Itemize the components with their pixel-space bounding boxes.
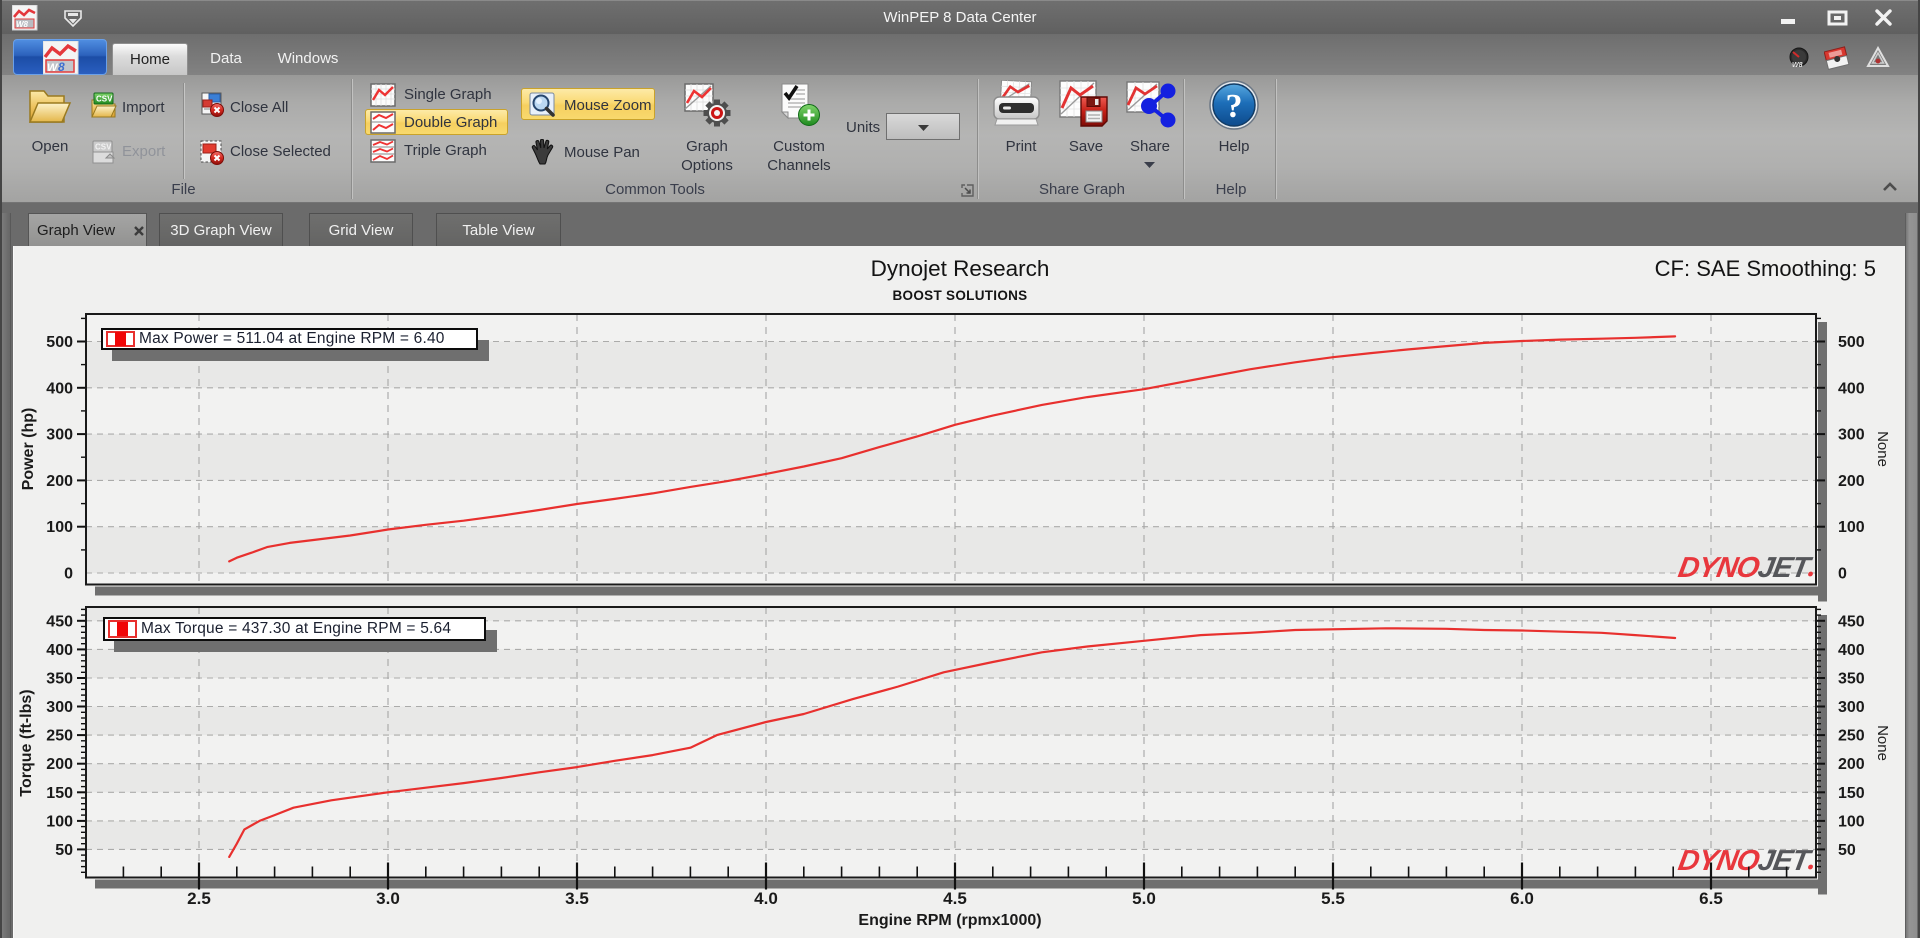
svg-text:250: 250: [1838, 728, 1865, 745]
svg-text:None: None: [1874, 725, 1891, 761]
svg-text:450: 450: [1838, 613, 1865, 630]
svg-text:100: 100: [1838, 519, 1865, 536]
svg-text:Engine RPM (rpmx1000): Engine RPM (rpmx1000): [858, 912, 1041, 929]
svg-text:350: 350: [1838, 671, 1865, 688]
svg-text:300: 300: [1838, 427, 1865, 444]
svg-text:3.5: 3.5: [565, 889, 589, 908]
svg-text:200: 200: [46, 473, 73, 490]
svg-text:200: 200: [46, 756, 73, 773]
svg-text:4.5: 4.5: [943, 889, 967, 908]
svg-text:400: 400: [1838, 642, 1865, 659]
svg-text:6.5: 6.5: [1699, 889, 1723, 908]
svg-text:50: 50: [1838, 842, 1856, 859]
svg-text:150: 150: [1838, 785, 1865, 802]
svg-text:3.0: 3.0: [376, 889, 400, 908]
svg-text:4.0: 4.0: [754, 889, 778, 908]
svg-text:5.5: 5.5: [1321, 889, 1345, 908]
svg-text:2.5: 2.5: [187, 889, 211, 908]
svg-text:Power (hp): Power (hp): [20, 408, 37, 491]
svg-text:400: 400: [46, 380, 73, 397]
svg-text:500: 500: [1838, 334, 1865, 351]
svg-text:Torque (ft-lbs): Torque (ft-lbs): [18, 689, 35, 796]
svg-text:50: 50: [55, 842, 73, 859]
svg-text:300: 300: [46, 699, 73, 716]
svg-text:150: 150: [46, 785, 73, 802]
svg-text:5.0: 5.0: [1132, 889, 1156, 908]
svg-text:6.0: 6.0: [1510, 889, 1534, 908]
svg-text:DYNOJET: DYNOJET: [1676, 552, 1815, 584]
svg-text:0: 0: [64, 566, 73, 583]
svg-text:100: 100: [46, 813, 73, 830]
svg-text:200: 200: [1838, 473, 1865, 490]
svg-text:250: 250: [46, 728, 73, 745]
svg-text:450: 450: [46, 613, 73, 630]
svg-text:0: 0: [1838, 566, 1847, 583]
svg-text:200: 200: [1838, 756, 1865, 773]
svg-text:100: 100: [1838, 813, 1865, 830]
svg-text:500: 500: [46, 334, 73, 351]
svg-text:400: 400: [46, 642, 73, 659]
svg-text:300: 300: [1838, 699, 1865, 716]
svg-text:100: 100: [46, 519, 73, 536]
svg-text:300: 300: [46, 427, 73, 444]
svg-text:None: None: [1874, 431, 1891, 467]
svg-text:350: 350: [46, 671, 73, 688]
svg-text:400: 400: [1838, 380, 1865, 397]
svg-text:DYNOJET: DYNOJET: [1676, 845, 1815, 877]
